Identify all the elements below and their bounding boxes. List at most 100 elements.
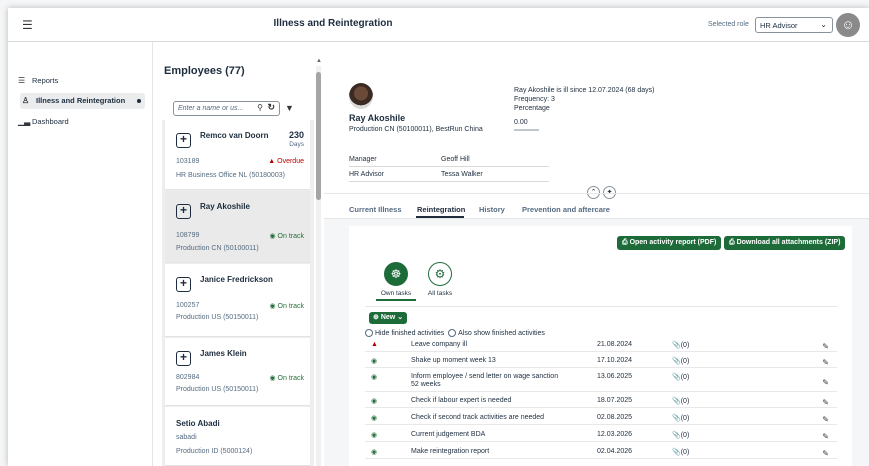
nav-item-illness-reintegration[interactable]: ♙ Illness and Reintegration bbox=[20, 93, 145, 109]
edit-icon[interactable]: ✎ bbox=[822, 432, 829, 441]
edit-icon[interactable]: ✎ bbox=[822, 449, 829, 458]
hr-advisor-value: Tessa Walker bbox=[441, 171, 483, 178]
attachment-count: (0) bbox=[680, 415, 690, 422]
attachments[interactable]: 📎(0) bbox=[672, 414, 689, 422]
activity-title: Leave company ill bbox=[411, 341, 468, 348]
status-text: Overdue bbox=[277, 158, 304, 165]
search-input[interactable]: Enter a name or us... ⚲ ↻ bbox=[173, 101, 280, 116]
paperclip-icon: 📎 bbox=[672, 358, 681, 365]
paperclip-icon: 📎 bbox=[672, 374, 681, 381]
employee-name: James Klein bbox=[200, 349, 247, 358]
selected-indicator bbox=[137, 99, 141, 103]
nav-item-dashboard[interactable]: ▁▃ Dashboard bbox=[18, 114, 69, 130]
nav-item-label: Illness and Reintegration bbox=[36, 96, 126, 105]
edit-icon[interactable]: ✎ bbox=[822, 415, 829, 424]
reintegration-content: ⎙ Open activity report (PDF) ⎙ Download … bbox=[349, 226, 852, 466]
edit-icon[interactable]: ✎ bbox=[822, 358, 829, 367]
table-row[interactable]: ◉ Current judgement BDA 12.03.2026 📎(0) … bbox=[365, 429, 837, 442]
status-badge: ◉ On track bbox=[269, 374, 304, 382]
ill-since-text: Ray Akoshile is ill since 12.07.2024 (68… bbox=[514, 87, 655, 94]
on-track-icon: ◉ bbox=[269, 233, 276, 240]
employee-id: 100257 bbox=[176, 302, 200, 309]
paperclip-icon: 📎 bbox=[672, 449, 681, 456]
attachments[interactable]: 📎(0) bbox=[672, 341, 689, 349]
hide-finished-radio[interactable] bbox=[365, 329, 373, 337]
nav-item-reports[interactable]: ☰ Reports bbox=[18, 73, 58, 89]
attachments[interactable]: 📎(0) bbox=[672, 357, 689, 365]
table-row[interactable]: ◉ Check if labour expert is needed 18.07… bbox=[365, 395, 837, 408]
frequency-text: Frequency: 3 bbox=[514, 96, 555, 103]
own-tasks-icon: ☸ bbox=[384, 262, 408, 286]
employee-card[interactable]: + James Klein 802984 ◉ On track Producti… bbox=[165, 338, 310, 406]
medical-icon: + bbox=[176, 204, 191, 219]
download-icon: ⎙ bbox=[729, 239, 735, 246]
employee-name: Remco van Doorn bbox=[200, 131, 269, 140]
add-icon: ⊕ bbox=[373, 314, 379, 321]
edit-icon[interactable]: ✎ bbox=[822, 342, 829, 351]
paperclip-icon: 📎 bbox=[672, 415, 681, 422]
tab-prevention-aftercare[interactable]: Prevention and aftercare bbox=[522, 205, 610, 214]
table-row[interactable]: ◉ Shake up moment week 13 17.10.2024 📎(0… bbox=[365, 355, 837, 368]
attachments[interactable]: 📎(0) bbox=[672, 448, 689, 456]
employee-org: Production CN (50100011) bbox=[176, 245, 259, 252]
chevron-down-icon: ⌄ bbox=[397, 314, 404, 321]
employee-card[interactable]: + Remco van Doorn 230 Days 103189 ▲ Over… bbox=[165, 120, 310, 190]
tab-all-tasks[interactable]: ⚙ All tasks bbox=[420, 262, 460, 297]
activity-title: Make reintegration report bbox=[411, 448, 490, 455]
edit-icon[interactable]: ✎ bbox=[822, 378, 829, 387]
activity-title: Check if labour expert is needed bbox=[411, 397, 512, 404]
activity-date: 02.04.2026 bbox=[597, 448, 633, 455]
employee-username: sabadi bbox=[176, 434, 197, 441]
shell-bar: ☰ Illness and Reintegration Selected rol… bbox=[8, 8, 869, 42]
paperclip-icon: 📎 bbox=[672, 432, 681, 439]
on-track-icon: ◉ bbox=[371, 398, 378, 405]
refresh-icon[interactable]: ↻ bbox=[267, 102, 275, 113]
detail-employee-name: Ray Akoshile bbox=[349, 113, 406, 123]
user-icon[interactable]: ☺ bbox=[836, 13, 860, 37]
button-label: Download all attachments (ZIP) bbox=[736, 239, 841, 246]
manager-label: Manager bbox=[349, 156, 377, 163]
divider bbox=[365, 306, 837, 316]
attachments[interactable]: 📎(0) bbox=[672, 373, 689, 381]
on-track-icon: ◉ bbox=[269, 375, 276, 382]
search-icon[interactable]: ⚲ bbox=[257, 103, 263, 112]
employee-list-scrollbar[interactable] bbox=[316, 66, 321, 466]
chevron-down-icon: ⌄ bbox=[820, 20, 827, 29]
paperclip-icon: 📎 bbox=[672, 342, 681, 349]
tab-current-illness[interactable]: Current Illness bbox=[349, 205, 402, 214]
table-row[interactable]: ▲ Leave company ill 21.08.2024 📎(0) ✎ bbox=[365, 339, 837, 352]
employee-org: Production US (50150011) bbox=[176, 386, 259, 393]
tab-reintegration[interactable]: Reintegration bbox=[417, 205, 465, 214]
employees-panel: Employees (77) Enter a name or us... ⚲ ↻… bbox=[154, 53, 314, 466]
filter-icon[interactable]: ▼ bbox=[285, 103, 294, 113]
attachments[interactable]: 📎(0) bbox=[672, 397, 689, 405]
open-activity-report-button[interactable]: ⎙ Open activity report (PDF) bbox=[617, 236, 722, 250]
scroll-up-icon[interactable]: ▲ bbox=[316, 58, 322, 64]
on-track-icon: ◉ bbox=[371, 358, 378, 365]
radio-label: Hide finished activities bbox=[375, 329, 445, 337]
table-row[interactable]: ◉ Inform employee / send letter on wage … bbox=[365, 371, 837, 392]
employee-card[interactable]: + Janice Fredrickson 100257 ◉ On track P… bbox=[165, 264, 310, 337]
medical-icon: + bbox=[176, 351, 191, 366]
tab-history[interactable]: History bbox=[479, 205, 505, 214]
role-select[interactable]: HR Advisor ⌄ bbox=[755, 17, 833, 33]
tab-own-tasks[interactable]: ☸ Own tasks bbox=[376, 262, 416, 301]
download-attachments-button[interactable]: ⎙ Download all attachments (ZIP) bbox=[724, 236, 846, 250]
attachments[interactable]: 📎(0) bbox=[672, 431, 689, 439]
pdf-icon: ⎙ bbox=[622, 239, 628, 246]
employee-detail: Ray Akoshile Production CN (50100011), B… bbox=[324, 53, 869, 466]
edit-icon[interactable]: ✎ bbox=[822, 398, 829, 407]
table-row[interactable]: ◉ Make reintegration report 02.04.2026 📎… bbox=[365, 446, 837, 459]
employee-card[interactable]: + Ray Akoshile 108799 ◉ On track Product… bbox=[165, 191, 310, 263]
button-label: Open activity report (PDF) bbox=[629, 239, 717, 246]
employee-org: HR Business Office NL (50180003) bbox=[176, 172, 285, 179]
employee-card[interactable]: Setio Abadi sabadi Production ID (500012… bbox=[165, 407, 310, 466]
table-row[interactable]: ◉ Check if second track activities are n… bbox=[365, 412, 837, 425]
new-button[interactable]: ⊕ New ⌄ bbox=[369, 312, 408, 324]
scrollbar-thumb[interactable] bbox=[316, 72, 321, 200]
employee-name: Ray Akoshile bbox=[200, 202, 250, 211]
on-track-icon: ◉ bbox=[371, 449, 378, 456]
activity-title: Current judgement BDA bbox=[411, 431, 486, 438]
page-title: Illness and Reintegration bbox=[273, 18, 393, 29]
show-finished-radio[interactable] bbox=[448, 329, 457, 337]
